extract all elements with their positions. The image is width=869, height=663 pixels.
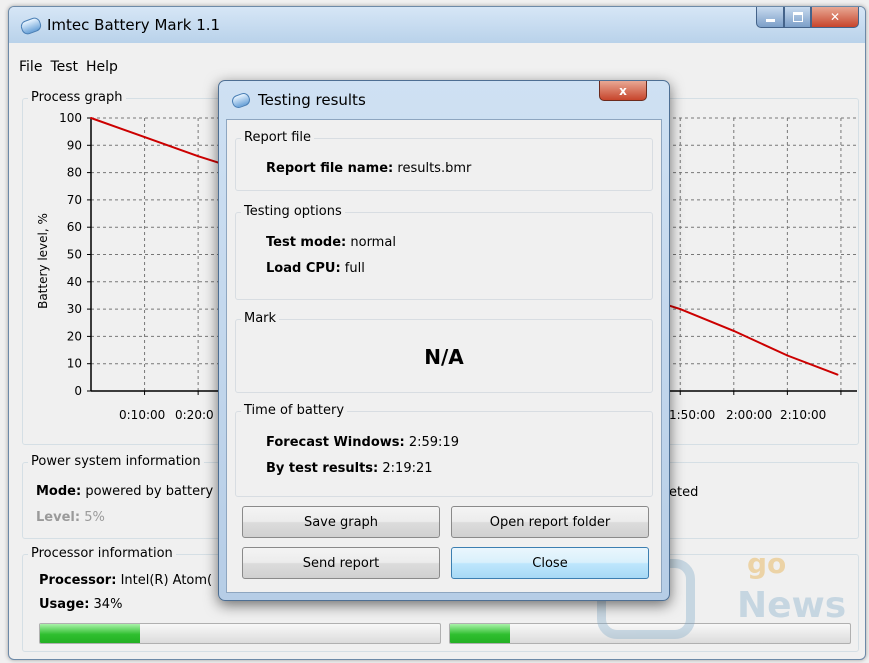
power-level-value: 5% [84,510,105,525]
load-cpu-key: Load CPU: [266,261,341,276]
mark-value: N/A [424,345,464,369]
x-tick-label: 2:10:00 [780,408,826,422]
save-graph-button[interactable]: Save graph [242,506,440,538]
cpu-usage-bar-2-fill [450,624,510,643]
open-report-folder-button[interactable]: Open report folder [451,506,649,538]
report-file-label: Report file [241,130,315,145]
watermark-brand-text: News [737,585,847,626]
power-right-text: eted [669,485,699,500]
load-cpu-value: full [344,261,365,276]
by-test-results-value: 2:19:21 [382,461,433,476]
processor-key: Processor: [39,573,117,588]
power-info-label: Power system information [28,454,204,469]
data-point [786,354,789,357]
dialog-body: Report file Report file name: results.bm… [226,119,662,593]
y-tick-label: 70 [67,193,82,207]
testing-options-label: Testing options [241,204,345,219]
data-point [679,308,682,311]
x-tick-label: 0:10:00 [119,408,165,422]
test-mode: Test mode: normal [266,235,396,250]
y-axis-label: Battery level, % [36,213,50,309]
power-mode-key: Mode: [36,484,82,499]
power-level-key: Level: [36,510,81,525]
y-tick-label: 40 [67,275,82,289]
time-of-battery-label: Time of battery [241,403,348,418]
report-file-value: results.bmr [397,161,472,176]
processor-info-label: Processor information [28,546,176,561]
mark-label: Mark [241,311,280,326]
dialog-title: Testing results [258,91,366,109]
forecast-windows-value: 2:59:19 [408,435,459,450]
data-point [732,329,735,332]
power-mode: Mode: powered by battery [36,484,213,499]
power-level: Level: 5% [36,510,105,525]
load-cpu: Load CPU: full [266,261,365,276]
x-tick-label: 1:50:00 [669,408,715,422]
by-test-results: By test results: 2:19:21 [266,461,433,476]
test-mode-key: Test mode: [266,235,347,250]
time-of-battery-group: Time of battery [235,403,653,497]
power-mode-value: powered by battery [85,484,214,499]
data-point [197,155,200,158]
y-tick-label: 90 [67,138,82,152]
processor-value: Intel(R) Atom( [120,573,213,588]
close-dialog-button[interactable]: Close [451,547,649,579]
dialog-close-icon: x [619,83,627,98]
y-tick-label: 60 [67,220,82,234]
report-file-key: Report file name: [266,161,394,176]
send-report-button[interactable]: Send report [242,547,440,579]
testing-results-dialog: Testing results x Report file Report fil… [218,80,670,601]
y-tick-label: 50 [67,248,82,262]
dialog-battery-icon [230,91,252,110]
processor-name: Processor: Intel(R) Atom( [39,573,212,588]
by-test-results-key: By test results: [266,461,379,476]
dialog-close-button[interactable]: x [599,81,647,101]
watermark-go-text: go [747,547,787,580]
usage-key: Usage: [39,597,90,612]
report-file-name: Report file name: results.bmr [266,161,471,176]
usage-value: 34% [93,597,123,612]
data-point [90,117,92,119]
y-tick-label: 20 [67,329,82,343]
y-tick-label: 80 [67,166,82,180]
test-mode-value: normal [350,235,396,250]
cpu-usage-bar-1-fill [40,624,140,643]
x-tick-label: 0:20:0 [175,408,214,422]
processor-usage: Usage: 34% [39,597,122,612]
x-tick-label: 2:00:00 [726,408,772,422]
y-tick-label: 100 [59,111,82,125]
testing-options-group: Testing options [235,204,653,300]
cpu-usage-bar-1 [39,623,441,644]
y-tick-label: 10 [67,357,82,371]
forecast-windows: Forecast Windows: 2:59:19 [266,435,459,450]
y-tick-label: 0 [74,384,82,398]
y-tick-label: 30 [67,302,82,316]
data-point [143,136,146,139]
data-point [836,373,839,376]
forecast-windows-key: Forecast Windows: [266,435,405,450]
